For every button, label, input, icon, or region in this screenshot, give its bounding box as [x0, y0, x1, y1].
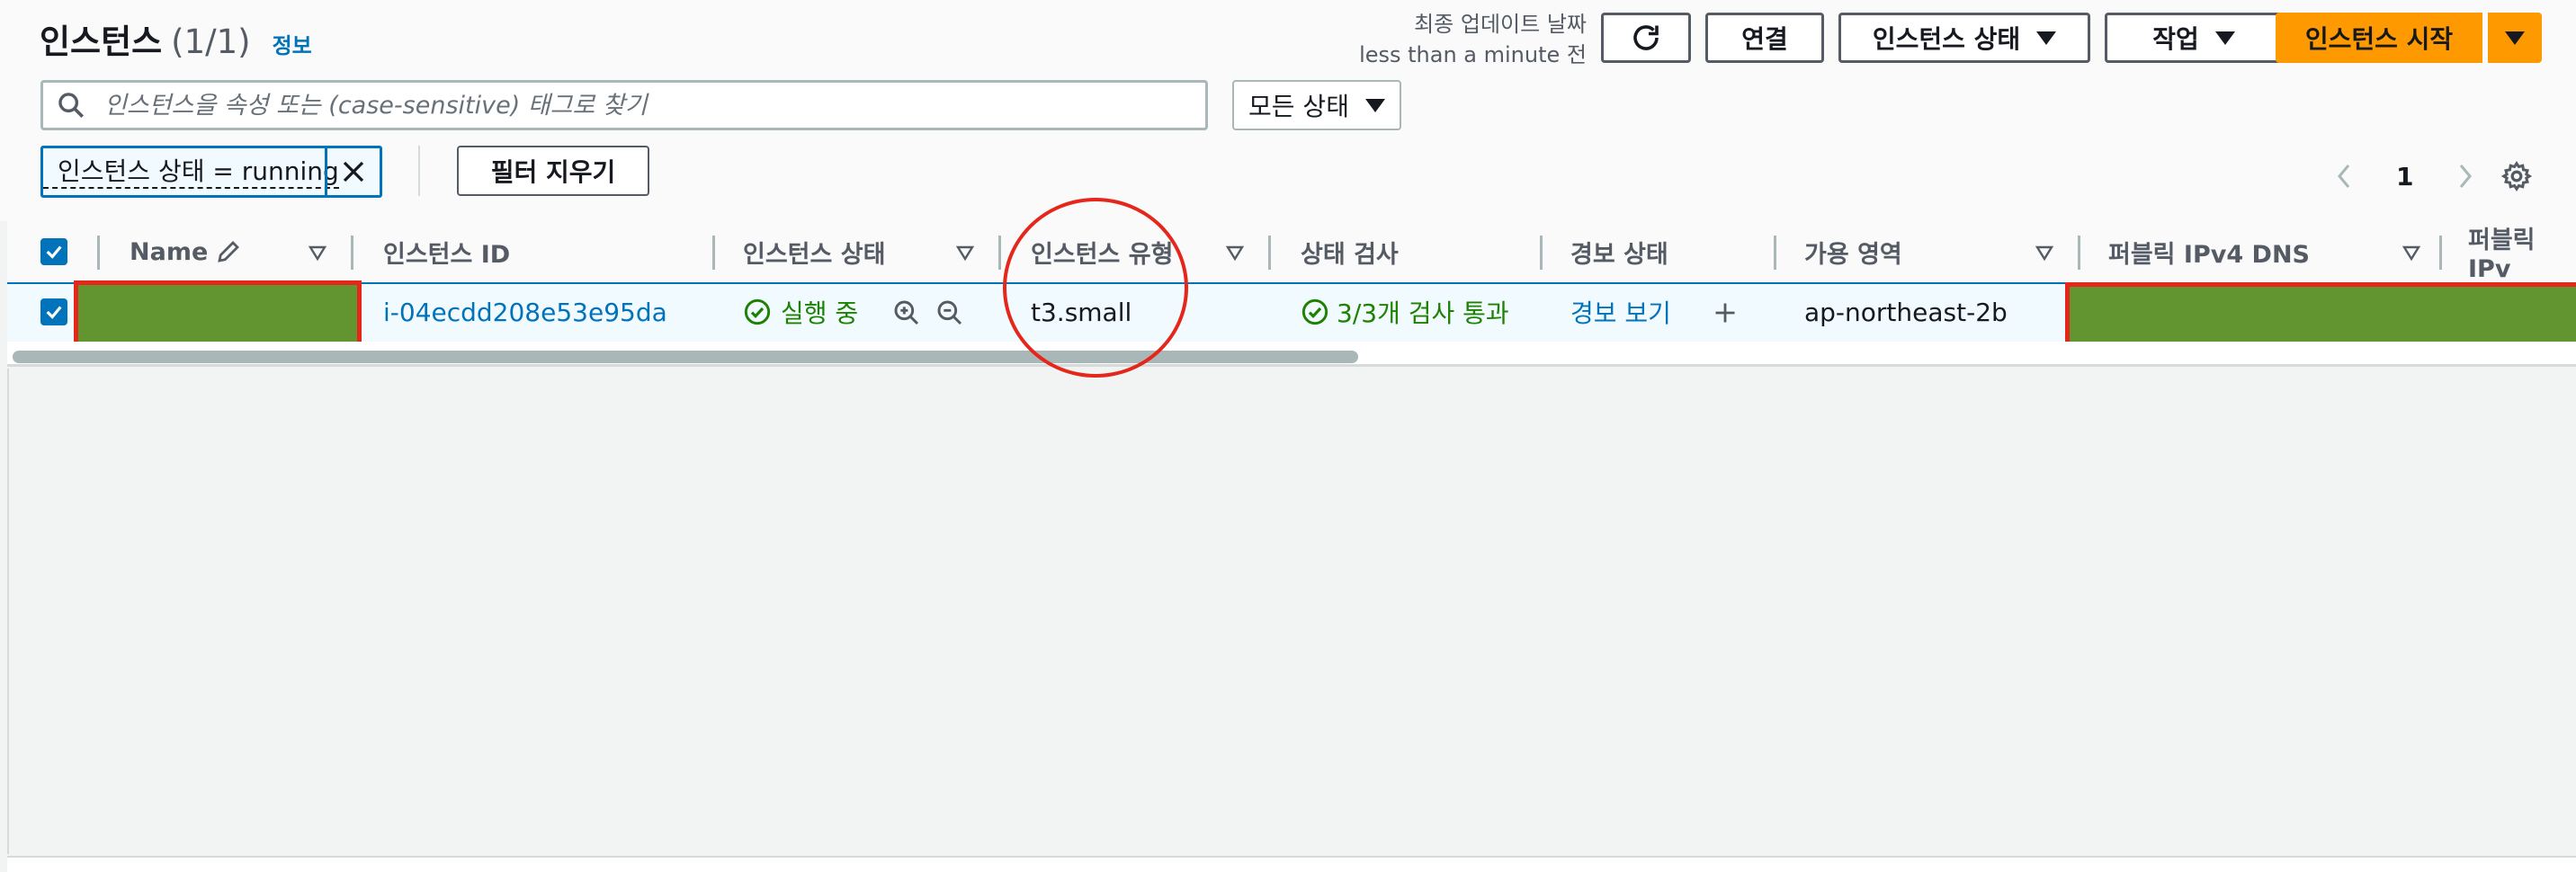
check-icon — [46, 245, 62, 259]
caret-down-icon — [2036, 31, 2057, 45]
sort-icon[interactable] — [2035, 243, 2054, 262]
refresh-icon — [1633, 25, 1659, 50]
column-separator — [1268, 236, 1271, 270]
actions-label: 작업 — [2152, 24, 2199, 54]
sort-icon[interactable] — [1225, 243, 1245, 262]
clear-filters-button[interactable]: 필터 지우기 — [457, 146, 649, 196]
launch-instance-label: 인스턴스 시작 — [2304, 24, 2454, 54]
caret-down-icon — [2505, 31, 2525, 45]
filter-token: 인스턴스 상태 = running — [40, 146, 382, 198]
connect-label: 연결 — [1741, 24, 1788, 54]
col-alarm-status-label: 경보 상태 — [1570, 240, 1668, 269]
split-panel-handle[interactable] — [7, 856, 2576, 872]
sort-icon[interactable] — [308, 243, 327, 262]
col-instance-id-label: 인스턴스 ID — [383, 240, 511, 269]
details-panel-area — [7, 369, 2576, 854]
launch-options-dropdown[interactable] — [2488, 13, 2542, 63]
info-link[interactable]: 정보 — [273, 28, 312, 59]
page-title: 인스턴스 — [40, 22, 163, 61]
check-icon — [46, 306, 62, 319]
last-updated-label: 최종 업데이트 날짜 — [1414, 12, 1587, 37]
pencil-icon — [218, 241, 240, 262]
close-icon — [343, 161, 364, 182]
col-header-alarm-status[interactable]: 경보 상태 — [1570, 221, 1668, 282]
col-header-status-check[interactable]: 상태 검사 — [1301, 221, 1399, 282]
col-header-instance-state[interactable]: 인스턴스 상태 — [743, 221, 885, 282]
col-public-ip-label: 퍼블릭 IPv — [2468, 227, 2536, 283]
chevron-left-icon[interactable] — [2335, 163, 2353, 190]
col-header-name[interactable]: Name — [130, 221, 242, 282]
search-icon — [58, 93, 85, 119]
status-check-value: 3/3개 검사 통과 — [1337, 298, 1509, 328]
actions-dropdown[interactable]: 작업 — [2105, 13, 2283, 63]
instance-state-value: 실행 중 — [781, 298, 859, 328]
state-filter-label: 모든 상태 — [1248, 92, 1349, 121]
page-header: 인스턴스 (1/1) 정보 — [40, 14, 312, 65]
instance-state-cell: 실행 중 — [743, 284, 858, 340]
connect-button[interactable]: 연결 — [1705, 13, 1824, 63]
table-row[interactable]: i-04ecdd208e53e95da 실행 중 t3.small 3/3개 검… — [7, 280, 2576, 360]
refresh-button[interactable] — [1601, 13, 1691, 63]
column-separator — [1774, 236, 1776, 270]
col-public-dns-label: 퍼블릭 IPv4 DNS — [2108, 240, 2310, 269]
search-input[interactable] — [103, 90, 1185, 120]
filter-divider — [418, 146, 420, 196]
column-separator — [2078, 236, 2080, 270]
column-separator — [712, 236, 715, 270]
column-separator — [998, 236, 1001, 270]
instance-state-label: 인스턴스 상태 — [1872, 24, 2021, 54]
row-checkbox[interactable] — [40, 298, 67, 325]
az-value: ap-northeast-2b — [1804, 297, 2008, 327]
table-header: Name 인스턴스 ID 인스턴스 상태 인스턴스 유형 상태 검사 경보 상태… — [7, 221, 2576, 284]
search-bar[interactable] — [40, 80, 1208, 130]
sort-icon[interactable] — [2402, 243, 2421, 262]
settings-gear-icon[interactable] — [2500, 160, 2533, 192]
col-header-availability-zone[interactable]: 가용 영역 — [1804, 221, 1902, 282]
sort-icon[interactable] — [955, 243, 975, 262]
col-name-label: Name — [130, 237, 209, 266]
last-updated-value: less than a minute 전 — [1359, 42, 1587, 67]
column-separator — [2439, 236, 2442, 270]
caret-down-icon — [2214, 31, 2235, 45]
col-instance-state-label: 인스턴스 상태 — [743, 240, 886, 269]
clear-filters-label: 필터 지우기 — [490, 157, 616, 187]
select-all-checkbox[interactable] — [40, 238, 67, 265]
view-alarms-link[interactable]: 경보 보기 — [1570, 284, 1671, 340]
column-separator — [97, 236, 100, 270]
col-header-public-dns[interactable]: 퍼블릭 IPv4 DNS — [2108, 221, 2310, 282]
column-separator — [351, 236, 353, 270]
instances-table: Name 인스턴스 ID 인스턴스 상태 인스턴스 유형 상태 검사 경보 상태… — [7, 221, 2576, 360]
last-updated: 최종 업데이트 날짜 less than a minute 전 — [1359, 9, 1587, 70]
col-az-label: 가용 영역 — [1804, 240, 1902, 269]
col-header-public-ip[interactable]: 퍼블릭 IPv — [2468, 221, 2576, 283]
state-filter-select[interactable]: 모든 상태 — [1232, 80, 1401, 130]
remove-filter-button[interactable] — [325, 148, 380, 195]
plus-icon[interactable] — [1713, 300, 1738, 325]
instance-count: (1/1) — [171, 22, 251, 61]
page-number[interactable]: 1 — [2396, 162, 2413, 191]
pagination: 1 — [2335, 158, 2474, 194]
caret-down-icon — [1364, 98, 1385, 112]
col-header-instance-id[interactable]: 인스턴스 ID — [383, 221, 510, 282]
annotation-circle — [1003, 198, 1188, 378]
col-status-check-label: 상태 검사 — [1301, 240, 1399, 269]
status-check-cell[interactable]: 3/3개 검사 통과 — [1301, 284, 1509, 340]
zoom-out-icon[interactable] — [935, 298, 964, 327]
instance-state-dropdown[interactable]: 인스턴스 상태 — [1838, 13, 2090, 63]
check-circle-icon — [744, 298, 771, 325]
launch-instance-button[interactable]: 인스턴스 시작 — [2276, 13, 2482, 63]
filter-token-text: 인스턴스 상태 = running — [43, 156, 339, 189]
check-circle-icon — [1301, 298, 1328, 325]
column-separator — [1540, 236, 1543, 270]
zoom-in-icon[interactable] — [892, 298, 921, 327]
instance-id-link[interactable]: i-04ecdd208e53e95da — [383, 284, 667, 340]
chevron-right-icon[interactable] — [2456, 163, 2474, 190]
